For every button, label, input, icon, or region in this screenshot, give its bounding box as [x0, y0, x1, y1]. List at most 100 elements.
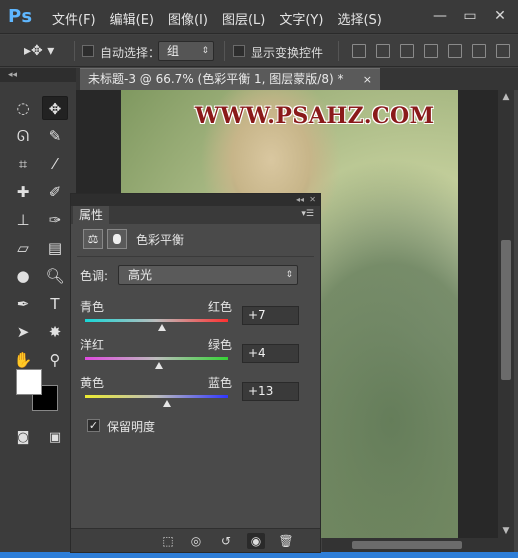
- quick-select-tool-icon[interactable]: ✎: [42, 124, 68, 148]
- slider-track[interactable]: [85, 357, 228, 360]
- align-bottom-icon[interactable]: [400, 44, 414, 58]
- path-select-tool-icon[interactable]: ➤: [10, 320, 36, 344]
- auto-select-label: 自动选择：: [100, 46, 161, 60]
- type-tool-icon[interactable]: T: [42, 292, 68, 316]
- history-brush-icon[interactable]: ✑: [42, 208, 68, 232]
- scroll-up-icon[interactable]: ▲: [498, 90, 514, 104]
- foreground-color-swatch[interactable]: [16, 369, 42, 395]
- updown-arrow-icon: ⇕: [285, 270, 293, 280]
- layer-mask-icon[interactable]: [107, 229, 127, 249]
- shape-tool-icon[interactable]: ✸: [42, 320, 68, 344]
- eraser-tool-icon[interactable]: ▱: [10, 236, 36, 260]
- clone-stamp-icon[interactable]: ⊥: [10, 208, 36, 232]
- vertical-scrollbar[interactable]: ▲ ▼: [498, 90, 514, 538]
- gradient-tool-icon[interactable]: ▤: [42, 236, 68, 260]
- brush-tool-icon[interactable]: ✐: [42, 180, 68, 204]
- preserve-luminosity-label: 保留明度: [107, 420, 156, 434]
- balance-scale-icon[interactable]: ⚖: [83, 229, 103, 249]
- show-transform-checkbox[interactable]: [233, 45, 245, 57]
- tone-value: 高光: [128, 268, 153, 282]
- options-divider: [338, 41, 339, 61]
- auto-select-value: 组: [167, 44, 180, 58]
- tools-panel-header[interactable]: ◂◂: [0, 68, 76, 82]
- distribute-icon[interactable]: [496, 44, 510, 58]
- properties-footer: ⬚ ◎ ↺ ◉ 🗑︎: [71, 528, 320, 552]
- menu-layer[interactable]: 图层(L): [222, 9, 265, 28]
- horizontal-scrollbar[interactable]: [322, 538, 514, 552]
- visibility-eye-icon[interactable]: ◉: [247, 533, 265, 549]
- slider-track[interactable]: [85, 395, 228, 398]
- slider-value-input[interactable]: +7: [242, 306, 299, 325]
- align-left-icon[interactable]: [424, 44, 438, 58]
- pen-tool-icon[interactable]: ✒: [10, 292, 36, 316]
- slider-left-label: 黄色: [80, 376, 105, 390]
- tone-dropdown[interactable]: 高光 ⇕: [118, 265, 298, 285]
- menu-file[interactable]: 文件(F): [52, 9, 96, 28]
- zoom-tool-icon[interactable]: ⚲: [42, 348, 68, 372]
- delete-trash-icon[interactable]: 🗑︎: [277, 533, 295, 549]
- healing-brush-icon[interactable]: ✚: [10, 180, 36, 204]
- vertical-scroll-thumb[interactable]: [501, 240, 511, 380]
- align-buttons: [352, 44, 510, 58]
- properties-tab-bar: 属性 ▾☰: [71, 206, 320, 224]
- crop-tool-icon[interactable]: ⌗: [10, 152, 36, 176]
- slider-right-label: 蓝色: [208, 376, 233, 390]
- panel-divider: [77, 256, 314, 257]
- menu-select[interactable]: 选择(S): [337, 9, 381, 28]
- slider-value-input[interactable]: +4: [242, 344, 299, 363]
- close-tab-icon[interactable]: ×: [363, 69, 372, 90]
- show-transform-label: 显示变换控件: [251, 46, 324, 60]
- align-right-icon[interactable]: [472, 44, 486, 58]
- screen-mode-icon[interactable]: ▣: [42, 426, 68, 450]
- collapse-icon[interactable]: ◂◂: [296, 194, 304, 206]
- slider-handle[interactable]: [155, 362, 164, 369]
- properties-panel: ◂◂ ✕ 属性 ▾☰ ⚖ 色彩平衡 色调: 高光 ⇕ 青色 红色 +7 洋红 绿…: [70, 193, 321, 553]
- menu-type[interactable]: 文字(Y): [279, 9, 323, 28]
- lasso-tool-icon[interactable]: ᘏ: [10, 124, 36, 148]
- slider-cyan-red: 青色 红色 +7: [71, 298, 320, 334]
- auto-select-checkbox[interactable]: [82, 45, 94, 57]
- menu-image[interactable]: 图像(I): [168, 9, 208, 28]
- watermark-text: WWW.PSAHZ.COM: [195, 103, 435, 129]
- slider-magenta-green: 洋红 绿色 +4: [71, 336, 320, 372]
- view-previous-icon[interactable]: ◎: [187, 533, 205, 549]
- adjustment-title: 色彩平衡: [136, 233, 185, 247]
- align-hcenter-icon[interactable]: [448, 44, 462, 58]
- horizontal-scroll-thumb[interactable]: [352, 541, 462, 549]
- menu-bar: Ps 文件(F) 编辑(E) 图像(I) 图层(L) 文字(Y) 选择(S) —…: [0, 0, 518, 34]
- scroll-down-icon[interactable]: ▼: [498, 524, 514, 538]
- slider-left-label: 青色: [80, 300, 105, 314]
- tone-label: 色调:: [80, 269, 109, 283]
- slider-right-label: 绿色: [208, 338, 233, 352]
- auto-select-dropdown[interactable]: 组 ⇕: [158, 41, 214, 61]
- document-tab-title: 未标题-3 @ 66.7% (色彩平衡 1, 图层蒙版/8) *: [88, 72, 344, 86]
- align-top-icon[interactable]: [352, 44, 366, 58]
- dodge-tool-icon[interactable]: 🔍︎: [42, 264, 68, 288]
- marquee-tool-icon[interactable]: ◌: [10, 96, 36, 120]
- close-button[interactable]: ✕: [490, 6, 510, 26]
- move-tool-icon[interactable]: ✥: [42, 96, 68, 120]
- restore-button[interactable]: ▭: [460, 6, 480, 26]
- move-tool-preset-icon[interactable]: ▸✥ ▾: [24, 43, 54, 59]
- blur-tool-icon[interactable]: ●: [10, 264, 36, 288]
- options-divider: [224, 41, 225, 61]
- slider-value-input[interactable]: +13: [242, 382, 299, 401]
- slider-handle[interactable]: [158, 324, 167, 331]
- align-vcenter-icon[interactable]: [376, 44, 390, 58]
- panel-close-icon[interactable]: ✕: [309, 194, 316, 206]
- slider-track[interactable]: [85, 319, 228, 322]
- document-tab[interactable]: 未标题-3 @ 66.7% (色彩平衡 1, 图层蒙版/8) * ×: [80, 68, 380, 90]
- slider-handle[interactable]: [162, 400, 171, 407]
- properties-panel-header[interactable]: ◂◂ ✕: [71, 194, 320, 206]
- panel-menu-icon[interactable]: ▾☰: [301, 209, 314, 219]
- quick-mask-icon[interactable]: ◙: [10, 426, 36, 450]
- menu-edit[interactable]: 编辑(E): [110, 9, 154, 28]
- eyedropper-tool-icon[interactable]: ⁄: [42, 152, 68, 176]
- reset-icon[interactable]: ↺: [217, 533, 235, 549]
- tab-properties[interactable]: 属性: [73, 206, 109, 224]
- preserve-luminosity-checkbox[interactable]: ✓: [87, 419, 100, 432]
- slider-right-label: 红色: [208, 300, 233, 314]
- updown-arrow-icon: ⇕: [201, 46, 209, 56]
- clip-to-layer-icon[interactable]: ⬚: [159, 533, 177, 549]
- minimize-button[interactable]: —: [430, 6, 450, 26]
